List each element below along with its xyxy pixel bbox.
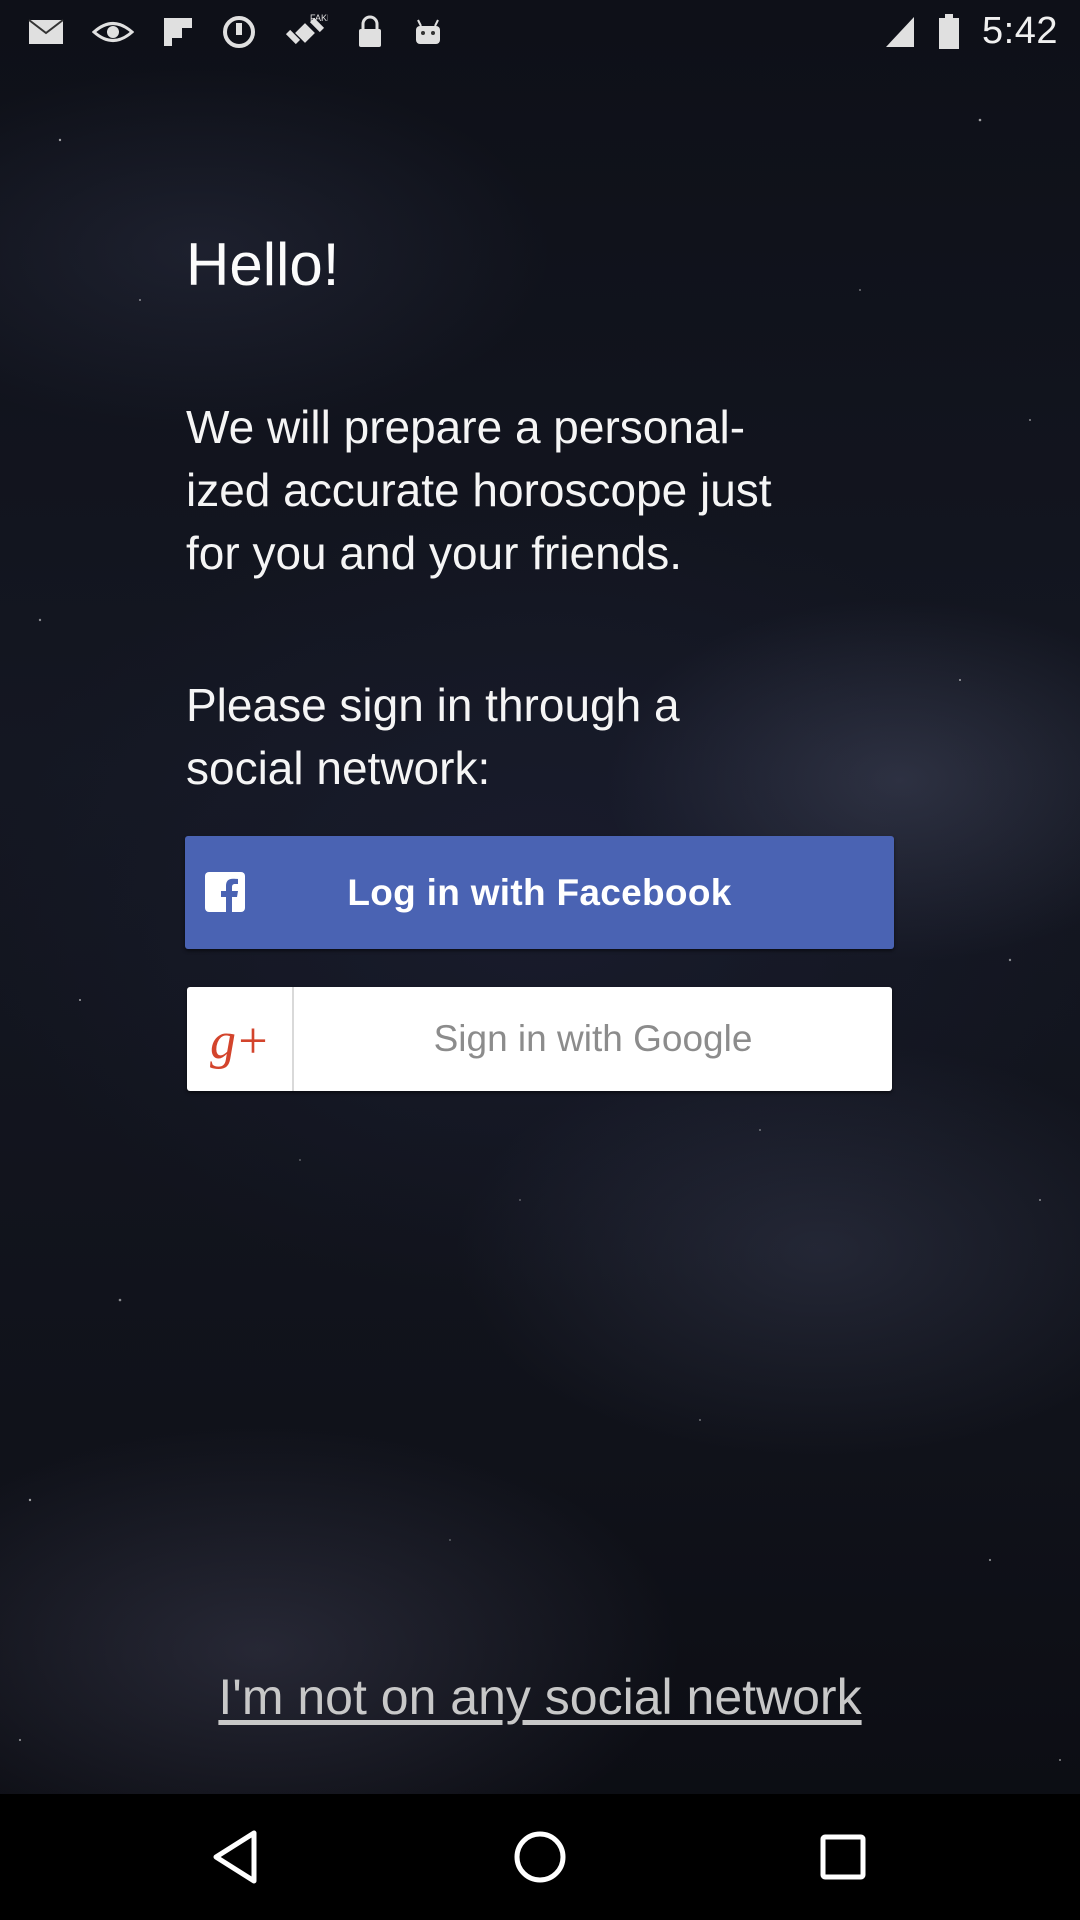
sync-icon (223, 15, 255, 48)
prompt-line: social network: (186, 742, 491, 794)
svg-text:FAKE: FAKE (310, 13, 328, 23)
fake-gps-icon: FAKE (285, 13, 328, 44)
signal-icon (886, 16, 915, 47)
google-signin-label: Sign in with Google (433, 1018, 753, 1059)
mail-icon (28, 18, 64, 44)
welcome-content: Hello! We will prepare a personal- ized … (186, 230, 906, 794)
battery-icon (939, 13, 960, 49)
navigation-bar (0, 1794, 1080, 1920)
android-icon (416, 19, 440, 44)
no-social-network-link[interactable]: I'm not on any social network (0, 1668, 1080, 1726)
home-icon (514, 1831, 566, 1883)
facebook-login-button[interactable]: Log in with Facebook (185, 836, 894, 949)
prompt-line: Please sign in through a (186, 679, 680, 731)
lock-icon (359, 15, 381, 47)
screen: FAKE 5:42 He (0, 0, 1080, 1920)
sign-in-prompt: Please sign in through a social network: (186, 674, 906, 800)
home-button[interactable] (505, 1822, 575, 1892)
intro-text: We will prepare a personal- ized accurat… (186, 396, 906, 585)
facebook-login-label: Log in with Facebook (347, 871, 732, 913)
intro-line: for you and your friends. (186, 527, 683, 579)
recents-icon (820, 1834, 866, 1880)
google-signin-button[interactable]: g+ Sign in with Google (187, 987, 892, 1091)
google-plus-icon-text: g+ (209, 1012, 270, 1070)
back-icon (213, 1830, 257, 1884)
eye-icon (92, 21, 134, 42)
intro-line: ized accurate horoscope just (186, 464, 772, 516)
greeting-title: Hello! (186, 231, 340, 298)
facebook-icon (205, 872, 245, 912)
intro-line: We will prepare a personal- (186, 401, 746, 453)
google-plus-icon: g+ (187, 987, 294, 1091)
flipboard-icon (164, 17, 192, 46)
clock: 5:42 (982, 10, 1058, 52)
status-bar: FAKE 5:42 (0, 0, 1080, 63)
recents-button[interactable] (808, 1822, 878, 1892)
back-button[interactable] (200, 1822, 270, 1892)
